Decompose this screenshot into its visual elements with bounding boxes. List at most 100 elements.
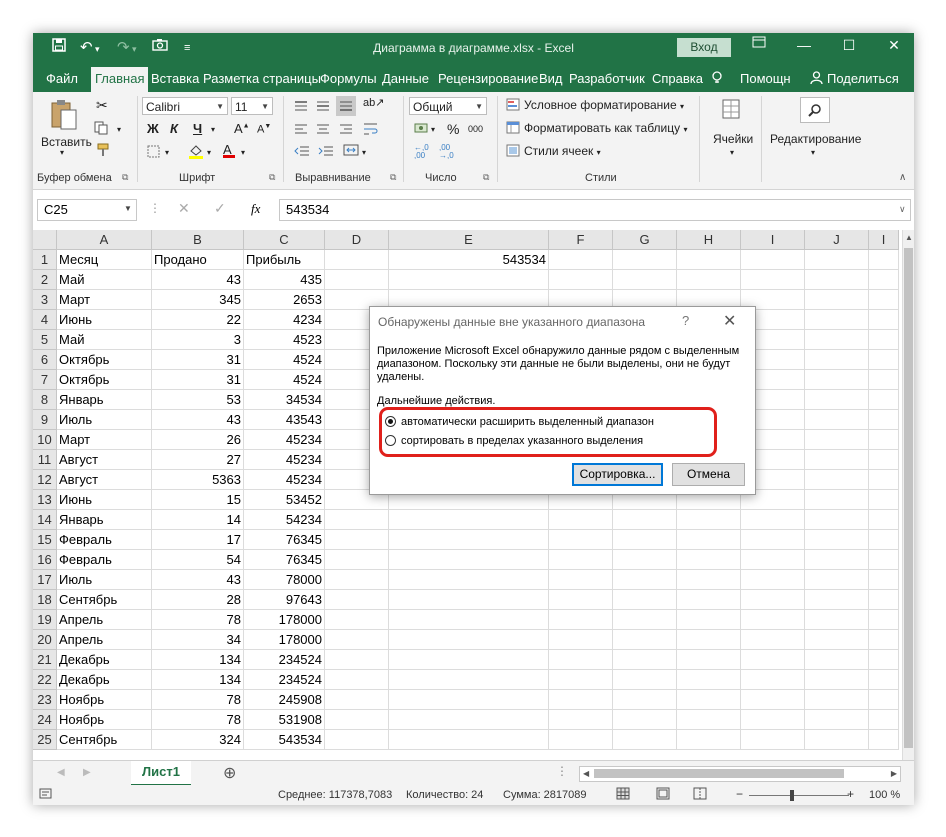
table-cell[interactable] <box>549 550 613 570</box>
row-header[interactable]: 15 <box>33 530 57 550</box>
undo-icon[interactable]: ↶ <box>80 38 93 56</box>
table-cell[interactable]: 234524 <box>244 650 325 670</box>
column-header[interactable]: I <box>869 230 899 250</box>
row-header[interactable]: 10 <box>33 430 57 450</box>
row-header[interactable]: 13 <box>33 490 57 510</box>
scroll-left-icon[interactable]: ◀ <box>583 767 589 781</box>
align-middle-icon[interactable] <box>316 100 330 115</box>
table-cell[interactable] <box>389 590 549 610</box>
table-cell[interactable]: 53 <box>152 390 244 410</box>
underline-button[interactable]: Ч <box>193 121 202 136</box>
row-header[interactable]: 24 <box>33 710 57 730</box>
table-cell[interactable]: Прибыль <box>244 250 325 270</box>
next-sheet-icon[interactable]: ▶ <box>83 767 91 778</box>
table-cell[interactable] <box>389 690 549 710</box>
table-cell[interactable]: 345 <box>152 290 244 310</box>
table-cell[interactable]: 27 <box>152 450 244 470</box>
table-cell[interactable]: 78 <box>152 610 244 630</box>
conditional-format-button[interactable]: Условное форматирование ▾ <box>524 98 684 112</box>
table-cell[interactable]: Март <box>57 430 152 450</box>
table-cell[interactable]: 26 <box>152 430 244 450</box>
collapse-ribbon-icon[interactable]: ∧ <box>899 172 906 183</box>
wrap-text-icon[interactable] <box>363 122 379 139</box>
tab-developer[interactable]: Разработчик <box>569 71 645 86</box>
table-cell[interactable]: 324 <box>152 730 244 750</box>
tab-insert[interactable]: Вставка <box>151 71 199 86</box>
table-cell[interactable]: Июль <box>57 410 152 430</box>
horizontal-scrollbar[interactable]: ◀ ▶ <box>579 766 901 782</box>
editing-button[interactable]: Редактирование <box>770 132 861 146</box>
row-header[interactable]: 1 <box>33 250 57 270</box>
table-cell[interactable]: 45234 <box>244 450 325 470</box>
table-cell[interactable]: 97643 <box>244 590 325 610</box>
table-cell[interactable] <box>325 690 389 710</box>
table-cell[interactable] <box>325 670 389 690</box>
table-cell[interactable] <box>805 570 869 590</box>
table-cell[interactable] <box>677 710 741 730</box>
vertical-scrollbar[interactable]: ▲ <box>902 230 914 785</box>
undo-dropdown-icon[interactable]: ▾ <box>95 44 100 55</box>
page-layout-icon[interactable] <box>656 787 670 803</box>
number-format-combo[interactable]: Общий ▼ <box>409 97 487 115</box>
table-cell[interactable] <box>805 310 869 330</box>
camera-icon[interactable] <box>152 38 168 55</box>
table-cell[interactable] <box>549 650 613 670</box>
table-cell[interactable] <box>869 690 899 710</box>
table-cell[interactable] <box>805 350 869 370</box>
table-cell[interactable] <box>741 730 805 750</box>
table-cell[interactable] <box>389 630 549 650</box>
merge-center-icon[interactable] <box>343 143 359 160</box>
table-cell[interactable] <box>805 330 869 350</box>
cell-styles-button[interactable]: Стили ячеек ▾ <box>524 144 601 158</box>
table-cell[interactable] <box>677 730 741 750</box>
table-cell[interactable] <box>677 670 741 690</box>
table-cell[interactable] <box>869 370 899 390</box>
minimize-button[interactable]: — <box>789 37 819 53</box>
table-cell[interactable]: 2653 <box>244 290 325 310</box>
decrease-decimal-icon[interactable]: ,00 →,0 <box>439 144 454 160</box>
table-cell[interactable]: 45234 <box>244 470 325 490</box>
table-cell[interactable] <box>549 250 613 270</box>
table-cell[interactable]: Сентябрь <box>57 590 152 610</box>
table-cell[interactable]: Август <box>57 470 152 490</box>
table-cell[interactable] <box>741 590 805 610</box>
table-cell[interactable]: Октябрь <box>57 370 152 390</box>
table-cell[interactable] <box>389 730 549 750</box>
table-cell[interactable]: 54 <box>152 550 244 570</box>
font-launcher-icon[interactable]: ⧉ <box>269 172 275 183</box>
table-cell[interactable] <box>869 530 899 550</box>
macro-record-icon[interactable] <box>39 787 52 803</box>
table-cell[interactable] <box>389 650 549 670</box>
table-cell[interactable] <box>869 470 899 490</box>
increase-decimal-icon[interactable]: ←,0,00 <box>414 144 429 160</box>
row-header[interactable]: 5 <box>33 330 57 350</box>
table-cell[interactable]: 22 <box>152 310 244 330</box>
table-cell[interactable]: 31 <box>152 350 244 370</box>
name-box[interactable]: C25 <box>37 199 137 221</box>
merge-dropdown-icon[interactable]: ▾ <box>362 148 366 157</box>
table-cell[interactable] <box>325 570 389 590</box>
paste-button[interactable]: Вставить <box>41 135 92 149</box>
table-cell[interactable]: 78000 <box>244 570 325 590</box>
table-cell[interactable] <box>869 330 899 350</box>
table-cell[interactable] <box>677 510 741 530</box>
format-table-icon[interactable] <box>506 121 520 137</box>
table-cell[interactable]: Февраль <box>57 550 152 570</box>
table-cell[interactable] <box>613 510 677 530</box>
font-color-icon[interactable]: A <box>223 142 235 158</box>
table-cell[interactable] <box>325 710 389 730</box>
table-cell[interactable] <box>613 590 677 610</box>
table-cell[interactable]: Январь <box>57 510 152 530</box>
bold-button[interactable]: Ж <box>147 121 159 136</box>
table-cell[interactable]: 34534 <box>244 390 325 410</box>
row-header[interactable]: 21 <box>33 650 57 670</box>
clipboard-launcher-icon[interactable]: ⧉ <box>122 172 128 183</box>
row-header[interactable]: 6 <box>33 350 57 370</box>
table-cell[interactable] <box>613 710 677 730</box>
table-cell[interactable] <box>805 490 869 510</box>
copy-dropdown-icon[interactable]: ▾ <box>117 125 121 134</box>
alignment-launcher-icon[interactable]: ⧉ <box>390 172 396 183</box>
insert-function-icon[interactable]: fx <box>251 201 260 217</box>
tab-file[interactable]: Файл <box>46 71 78 86</box>
search-icon[interactable] <box>800 97 830 123</box>
